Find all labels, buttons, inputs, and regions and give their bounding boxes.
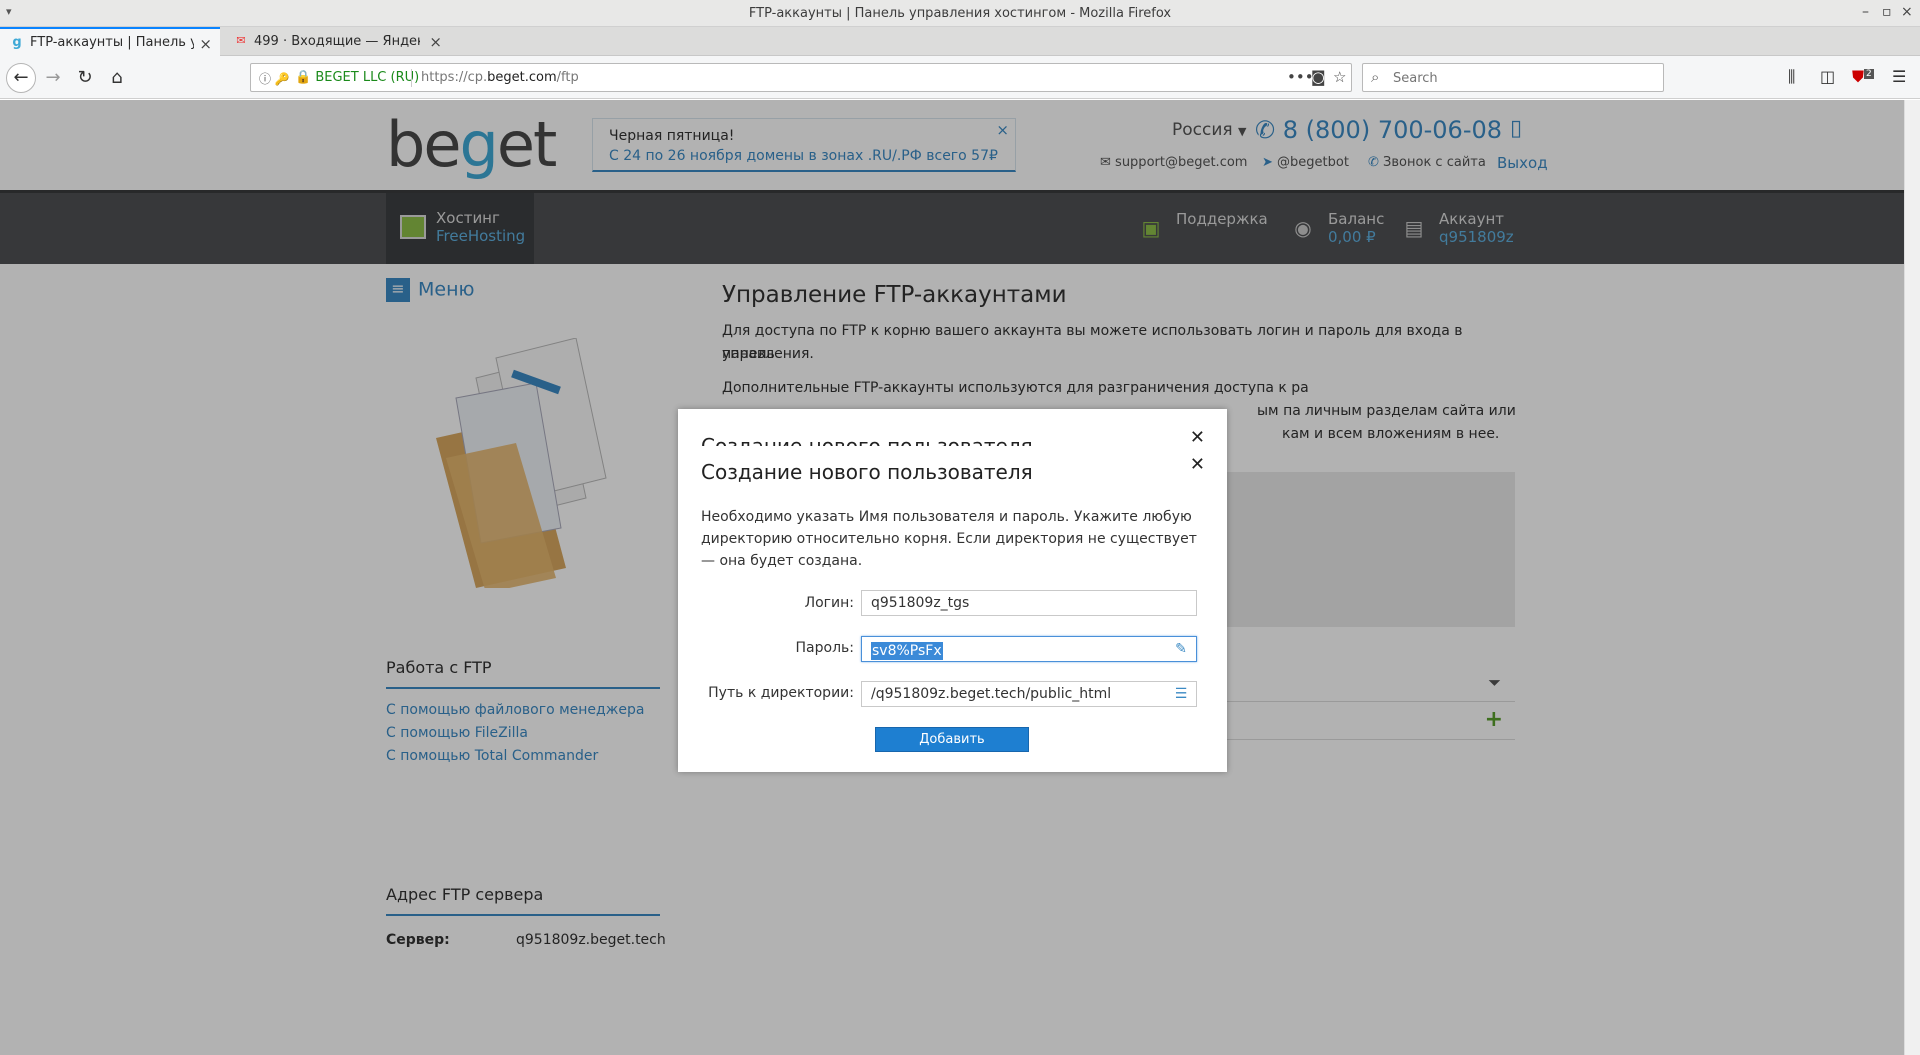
password-label: Пароль: — [795, 640, 854, 656]
yandex-mail-favicon-icon: ✉ — [236, 34, 246, 47]
navigation-toolbar: ← → ↻ ⌂ ⓘ 🔑 🔒 BEGET LLC (RU) https://cp.… — [0, 56, 1920, 99]
search-bar[interactable]: ⌕ — [1362, 63, 1664, 92]
page-actions-icon[interactable]: ••• — [1287, 68, 1314, 86]
ublock-badge: 2 — [1864, 68, 1874, 79]
maximize-icon[interactable]: ▫ — [1882, 4, 1892, 20]
url-bar[interactable]: ⓘ 🔑 🔒 BEGET LLC (RU) https://cp.beget.co… — [250, 63, 1352, 92]
tab-ftp-accounts[interactable]: g FTP-аккаунты | Панель упр × — [0, 27, 220, 56]
search-icon: ⌕ — [1371, 68, 1380, 86]
modal-title-ghost: Создание нового пользователя — [701, 434, 1033, 446]
bookmark-star-icon[interactable]: ☆ — [1333, 68, 1346, 86]
minimize-icon[interactable]: – — [1862, 4, 1869, 20]
pocket-icon[interactable]: ◙ — [1311, 68, 1326, 86]
directory-path-field[interactable] — [861, 681, 1197, 707]
add-button[interactable]: Добавить — [875, 727, 1029, 752]
url-text[interactable]: https://cp.beget.com/ftp — [421, 70, 579, 85]
reload-icon[interactable]: ↻ — [72, 65, 98, 91]
close-icon[interactable]: ✕ — [1190, 454, 1205, 475]
window-titlebar: ▾ FTP-аккаунты | Панель управления хости… — [0, 0, 1920, 27]
window-title: FTP-аккаунты | Панель управления хостинг… — [748, 6, 1172, 21]
tab-bar: g FTP-аккаунты | Панель упр × ✉ 499 · Вх… — [0, 27, 1920, 82]
close-window-icon[interactable]: × — [1901, 4, 1913, 20]
tab-yandex-mail[interactable]: ✉ 499 · Входящие — Яндекс.П × — [224, 27, 450, 56]
url-path: /ftp — [556, 70, 579, 85]
modal-title: Создание нового пользователя — [701, 460, 1033, 484]
password-selection: sv8%PsFx — [871, 642, 943, 660]
beget-favicon-icon: g — [12, 35, 22, 50]
path-label: Путь к директории: — [708, 685, 854, 701]
url-domain: beget.com — [487, 70, 557, 85]
search-input[interactable] — [1393, 69, 1653, 87]
sidebar-icon[interactable]: ◫ — [1820, 67, 1835, 86]
page-scrollbar[interactable] — [1904, 100, 1920, 1055]
library-icon[interactable]: ⫼ — [1788, 67, 1795, 87]
ublock-icon[interactable]: ⛊ 2 — [1852, 67, 1874, 87]
tab-label: FTP-аккаунты | Панель упр — [30, 35, 194, 50]
url-prefix: https://cp. — [421, 70, 488, 85]
modal-description: Необходимо указать Имя пользователя и па… — [701, 509, 1197, 569]
create-user-modal: Создание нового пользователя ✕ Создание … — [678, 409, 1227, 772]
login-field[interactable] — [861, 590, 1197, 616]
generate-password-wand-icon[interactable]: ✎ — [1169, 638, 1193, 660]
ev-cert-name: BEGET LLC (RU) — [315, 70, 420, 85]
forward-icon[interactable]: → — [40, 65, 66, 91]
back-icon[interactable]: ← — [6, 63, 36, 93]
tab-label: 499 · Входящие — Яндекс.П — [254, 34, 420, 49]
hamburger-menu-icon[interactable]: ☰ — [1892, 67, 1906, 86]
home-icon[interactable]: ⌂ — [104, 65, 130, 91]
tab-close-icon[interactable]: × — [429, 33, 442, 51]
directory-browse-list-icon[interactable]: ☰ — [1169, 683, 1193, 705]
ev-certificate-label[interactable]: 🔒 BEGET LLC (RU) — [295, 70, 419, 85]
site-info-icon[interactable]: ⓘ 🔑 — [259, 70, 290, 87]
close-icon[interactable]: ✕ — [1190, 427, 1205, 448]
url-separator — [411, 69, 412, 87]
tab-close-icon[interactable]: × — [199, 35, 212, 53]
login-label: Логин: — [804, 595, 854, 611]
